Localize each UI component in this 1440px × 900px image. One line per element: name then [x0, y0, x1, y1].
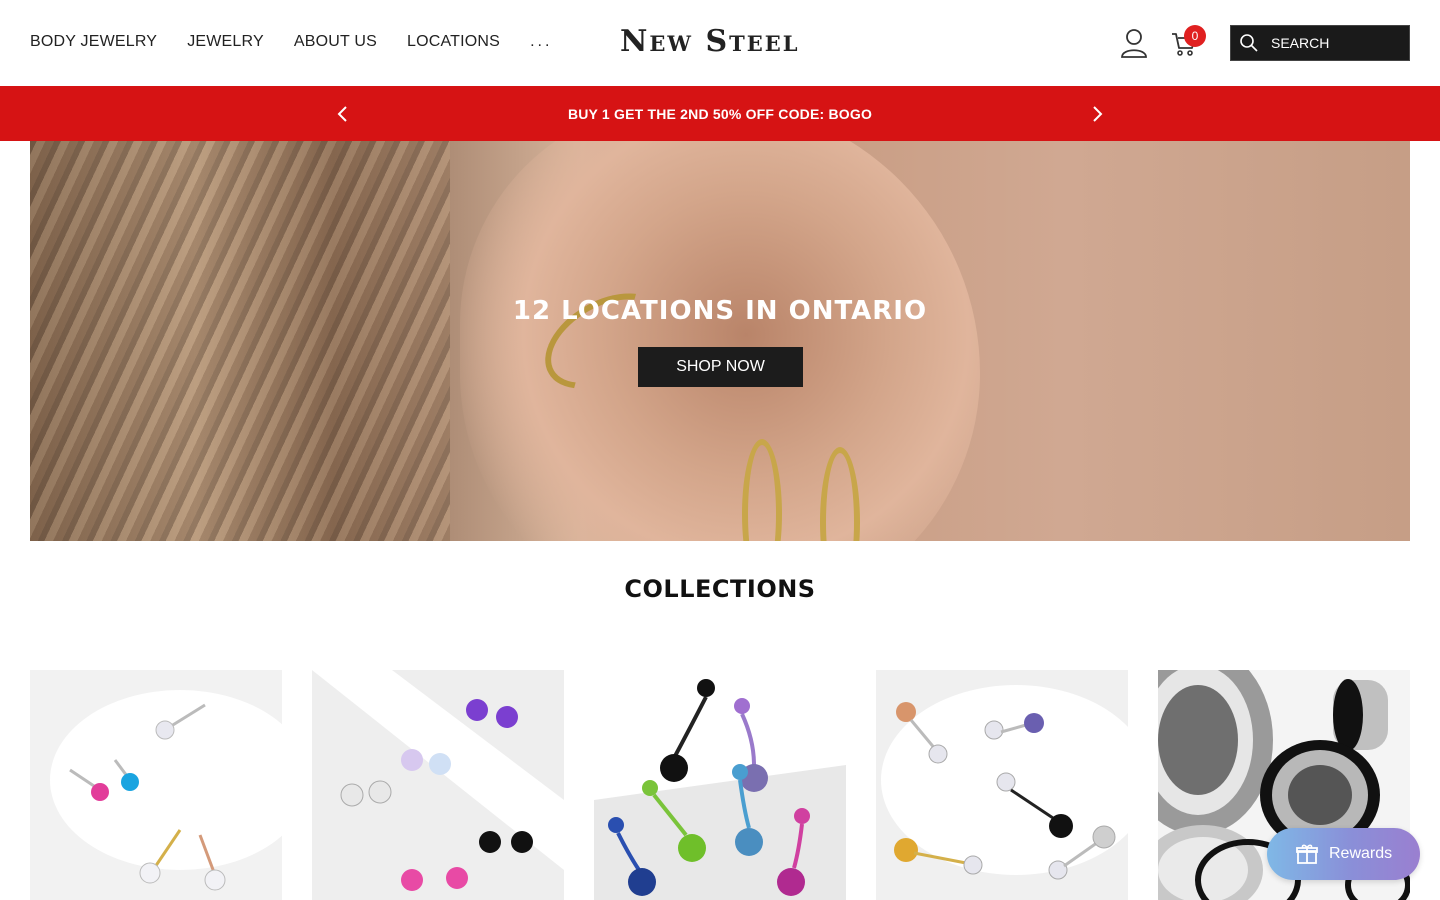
chevron-left-icon[interactable] — [333, 104, 353, 124]
shop-now-button[interactable]: SHOP NOW — [638, 347, 803, 387]
hero-banner: 12 LOCATIONS IN ONTARIO SHOP NOW — [30, 141, 1410, 541]
collections-title: COLLECTIONS — [624, 575, 816, 603]
gift-icon — [1296, 844, 1318, 864]
search-bar[interactable] — [1230, 25, 1410, 61]
collections-grid — [30, 670, 1410, 900]
nav-more[interactable]: ... — [530, 33, 552, 51]
hero-title: 12 LOCATIONS IN ONTARIO — [512, 296, 928, 326]
rewards-label: Rewards — [1329, 845, 1393, 862]
nav-about-us[interactable]: ABOUT US — [294, 33, 377, 51]
search-input[interactable] — [1271, 35, 1401, 51]
hero-hair-image — [30, 141, 450, 541]
site-header: BODY JEWELRY JEWELRY ABOUT US LOCATIONS … — [0, 0, 1440, 86]
hero-ear-image — [460, 141, 980, 541]
nav-jewelry[interactable]: JEWELRY — [187, 33, 264, 51]
nav-locations[interactable]: LOCATIONS — [407, 33, 500, 51]
main-nav: BODY JEWELRY JEWELRY ABOUT US LOCATIONS … — [30, 33, 552, 51]
collection-card-earrings[interactable] — [312, 670, 564, 900]
search-icon — [1240, 34, 1258, 52]
site-logo[interactable]: New Steel — [620, 24, 824, 60]
promo-text: BUY 1 GET THE 2ND 50% OFF CODE: BOGO — [567, 105, 873, 122]
collection-card-barbells[interactable] — [876, 670, 1128, 900]
logo-text: New Steel — [620, 24, 800, 59]
nav-body-jewelry[interactable]: BODY JEWELRY — [30, 33, 157, 51]
account-icon[interactable] — [1120, 28, 1148, 58]
cart-count-badge: 0 — [1184, 25, 1206, 47]
collection-card-belly-rings[interactable] — [594, 670, 846, 900]
promo-bar: BUY 1 GET THE 2ND 50% OFF CODE: BOGO — [0, 86, 1440, 141]
chevron-right-icon[interactable] — [1087, 104, 1107, 124]
rewards-button[interactable]: Rewards — [1267, 828, 1420, 880]
collection-card-nose-studs[interactable] — [30, 670, 282, 900]
